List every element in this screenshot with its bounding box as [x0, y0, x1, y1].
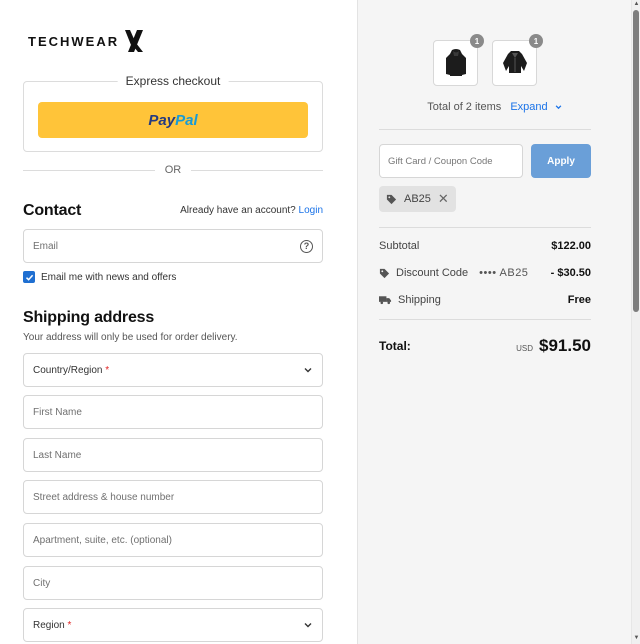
apply-button[interactable]: Apply [531, 144, 591, 178]
page-scrollbar[interactable]: ▲ ▼ [631, 0, 640, 644]
discount-code: AB25 [499, 267, 529, 279]
contact-title: Contact [23, 202, 82, 219]
street-address-placeholder: Street address & house number [33, 491, 175, 503]
street-address-field[interactable]: Street address & house number [23, 480, 323, 514]
paypal-button[interactable]: Pay Pal [38, 102, 308, 138]
checkmark-icon [25, 274, 33, 281]
tag-icon [379, 268, 390, 278]
first-name-placeholder: First Name [33, 406, 82, 418]
expand-label: Expand [510, 101, 548, 113]
last-name-placeholder: Last Name [33, 449, 82, 461]
account-prompt-text: Already have an account? [180, 205, 296, 216]
truck-icon [379, 296, 392, 305]
first-name-field[interactable]: First Name [23, 395, 323, 429]
quantity-badge: 1 [529, 34, 543, 48]
shipping-label: Shipping [398, 294, 441, 306]
summary-divider [379, 129, 591, 130]
shipping-subtitle: Your address will only be used for order… [23, 332, 238, 343]
summary-divider [379, 227, 591, 228]
region-label: Region [33, 619, 65, 631]
brand-name: TECHWEAR [28, 33, 120, 49]
cart-thumbnails: 1 1 [433, 34, 543, 86]
paypal-logo-part1: Pay [148, 111, 176, 129]
email-field[interactable]: Email ? [23, 229, 323, 263]
discount-row: Discount Code •••• AB25 - $30.50 [379, 267, 591, 279]
order-summary-column: 1 1 Total of 2 items Expand Gift Card / … [357, 0, 631, 644]
divider-line [23, 169, 155, 171]
subtotal-row: Subtotal $122.00 [379, 240, 591, 252]
required-mark: * [105, 364, 110, 376]
brand-mark-icon [125, 30, 144, 52]
express-checkout-title: Express checkout [117, 74, 229, 88]
total-label: Total: [379, 339, 411, 353]
coupon-input[interactable]: Gift Card / Coupon Code [379, 144, 523, 178]
express-checkout-box: Express checkout Pay Pal [23, 74, 323, 152]
shipping-value: Free [567, 294, 591, 306]
total-value: $91.50 [539, 336, 591, 355]
help-icon[interactable]: ? [300, 239, 313, 253]
coupon-placeholder: Gift Card / Coupon Code [388, 155, 493, 167]
apartment-placeholder: Apartment, suite, etc. (optional) [33, 534, 172, 546]
discount-label: Discount Code [396, 267, 469, 279]
discount-value: - $30.50 [550, 267, 591, 279]
newsletter-checkbox-row[interactable]: Email me with news and offers [23, 271, 176, 283]
newsletter-label: Email me with news and offers [41, 271, 177, 283]
cart-item-thumbnail[interactable]: 1 [492, 34, 543, 86]
jacket-image [502, 51, 527, 73]
total-row: Total: USD $91.50 [379, 336, 591, 356]
paypal-logo-part2: Pal [175, 111, 198, 129]
city-placeholder: City [33, 577, 51, 589]
newsletter-checkbox[interactable] [23, 271, 35, 283]
last-name-field[interactable]: Last Name [23, 438, 323, 472]
or-divider: OR [23, 163, 323, 177]
region-select[interactable]: Region * [23, 608, 323, 642]
summary-divider [379, 319, 591, 320]
subtotal-value: $122.00 [551, 240, 591, 252]
expand-toggle[interactable]: Expand [510, 101, 562, 113]
chevron-down-icon [304, 623, 312, 628]
applied-coupon-code: AB25 [404, 193, 431, 205]
scroll-up-arrow-icon[interactable]: ▲ [633, 1, 640, 8]
currency-code: USD [516, 344, 533, 353]
items-total-row: Total of 2 items Expand [358, 101, 632, 113]
email-placeholder: Email [33, 240, 59, 252]
quantity-badge: 1 [470, 34, 484, 48]
brand-logo[interactable]: TECHWEAR [28, 28, 145, 54]
applied-coupon-tag: AB25 ✕ [379, 186, 456, 212]
items-total-text: Total of 2 items [427, 101, 502, 113]
shipping-title: Shipping address [23, 309, 155, 326]
required-mark: * [67, 619, 72, 631]
or-label: OR [164, 164, 182, 176]
country-select[interactable]: Country/Region * [23, 353, 323, 387]
shipping-row: Shipping Free [379, 294, 591, 306]
account-prompt: Already have an account? Login [180, 205, 323, 216]
chevron-down-icon [304, 368, 312, 373]
chevron-down-icon [555, 105, 562, 110]
discount-mask: •••• [479, 267, 497, 279]
city-field[interactable]: City [23, 566, 323, 600]
checkout-form-column: TECHWEAR Express checkout Pay Pal OR Cont… [0, 0, 357, 644]
scroll-down-arrow-icon[interactable]: ▼ [633, 635, 640, 642]
scrollbar-thumb[interactable] [633, 10, 639, 312]
subtotal-label: Subtotal [379, 240, 420, 252]
divider-line [191, 169, 323, 171]
tag-icon [386, 194, 397, 204]
hoodie-image [445, 49, 466, 76]
remove-coupon-icon[interactable]: ✕ [438, 191, 449, 207]
cart-item-thumbnail[interactable]: 1 [433, 34, 484, 86]
country-label: Country/Region [33, 364, 103, 376]
login-link[interactable]: Login [299, 205, 323, 216]
apartment-field[interactable]: Apartment, suite, etc. (optional) [23, 523, 323, 557]
